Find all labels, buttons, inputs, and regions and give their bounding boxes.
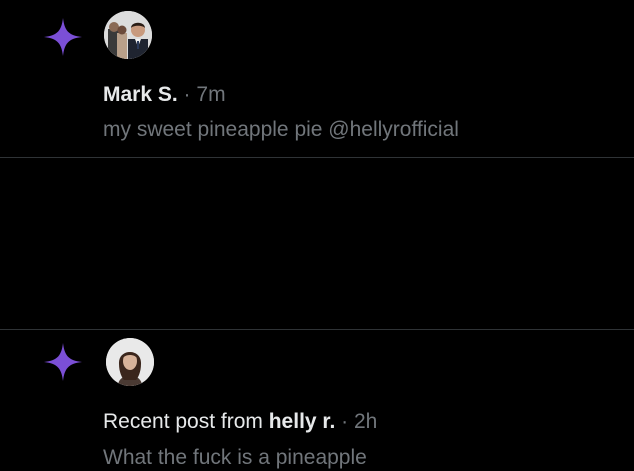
avatar[interactable] — [104, 11, 152, 59]
timestamp: 2h — [353, 410, 378, 433]
sparkle-icon — [42, 16, 84, 58]
avatar[interactable] — [106, 338, 154, 386]
timestamp: 7m — [196, 83, 226, 106]
notification-item[interactable]: Recent post from helly r. · 2h What the … — [0, 158, 634, 469]
sparkle-icon — [42, 341, 84, 383]
notification-header: Recent post from helly r. · 2h — [103, 409, 377, 435]
author-name[interactable]: Mark S. — [103, 83, 178, 106]
post-text: What the fuck is a pineapple — [103, 446, 367, 469]
recent-post-prefix: Recent post from — [103, 410, 269, 433]
post-text: my sweet pineapple pie @hellyrofficial — [103, 118, 459, 141]
separator-dot: · — [341, 410, 349, 433]
author-name[interactable]: helly r. — [269, 410, 336, 433]
notification-item[interactable]: Mark S. · 7m my sweet pineapple pie @hel… — [0, 0, 634, 157]
divider — [0, 329, 634, 330]
separator-dot: · — [183, 83, 191, 106]
notification-header: Mark S. · 7m — [103, 82, 226, 108]
